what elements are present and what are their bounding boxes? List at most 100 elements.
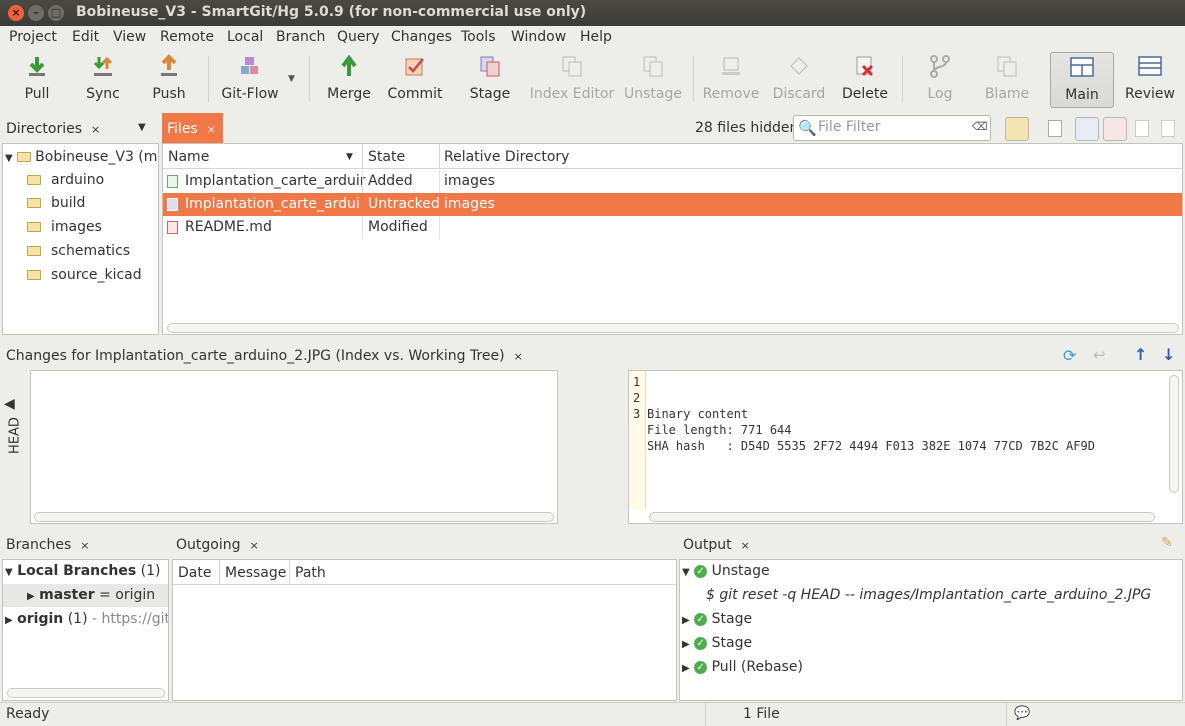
tab-branches[interactable]: Branches × xyxy=(6,537,90,553)
menu-help[interactable]: Help xyxy=(580,29,612,45)
sort-descending-icon: ▼ xyxy=(346,152,353,162)
tab-output[interactable]: Output × xyxy=(683,537,750,553)
output-item[interactable]: ▶ ✓ Pull (Rebase) xyxy=(682,656,803,679)
close-icon[interactable]: × xyxy=(207,123,216,136)
notification-icon[interactable]: 💬 xyxy=(1014,706,1030,721)
output-item[interactable]: ▶ ✓ Stage xyxy=(682,632,752,655)
tree-item-arduino[interactable]: arduino xyxy=(27,169,104,192)
remove-icon xyxy=(722,57,740,75)
working-horizontal-scrollbar[interactable] xyxy=(649,512,1155,522)
tab-files[interactable]: Files × xyxy=(162,113,223,143)
review-perspective-button[interactable]: Review xyxy=(1122,52,1178,108)
remove-button[interactable]: Remove xyxy=(702,52,760,108)
menu-query[interactable]: Query xyxy=(337,29,380,45)
undo-icon[interactable]: ↩ xyxy=(1093,346,1106,364)
branch-master[interactable]: ▶ master = origin xyxy=(3,584,168,607)
close-icon[interactable]: × xyxy=(249,539,258,552)
tab-directories[interactable]: Directories × xyxy=(6,121,100,137)
pull-button[interactable]: Pull xyxy=(14,52,60,108)
folder-view-button[interactable] xyxy=(1005,117,1029,141)
column-date[interactable]: Date xyxy=(178,565,211,581)
sync-button[interactable]: Sync xyxy=(80,52,126,108)
refresh-icon[interactable]: ⟳ xyxy=(1063,346,1076,365)
show-untracked-toggle[interactable] xyxy=(1103,117,1127,141)
directories-menu-icon[interactable]: ▼ xyxy=(138,122,146,133)
success-check-icon: ✓ xyxy=(694,612,708,626)
unstage-button[interactable]: Unstage xyxy=(622,52,684,108)
clear-output-icon[interactable]: ✎ xyxy=(1161,535,1173,551)
column-relative-directory[interactable]: Relative Directory xyxy=(444,149,569,165)
gitflow-dropdown-icon[interactable]: ▼ xyxy=(288,74,295,84)
tree-item-schematics[interactable]: schematics xyxy=(27,240,130,263)
close-icon[interactable]: × xyxy=(91,123,100,136)
menu-view[interactable]: View xyxy=(113,29,146,45)
tree-item-images[interactable]: images xyxy=(27,216,102,239)
status-text: Ready xyxy=(6,706,50,722)
previous-change-icon[interactable]: ↑ xyxy=(1134,345,1147,364)
merge-button[interactable]: Merge xyxy=(325,52,373,108)
tree-item-build[interactable]: build xyxy=(27,192,85,215)
show-modified-toggle[interactable] xyxy=(1075,117,1099,141)
close-icon[interactable]: × xyxy=(514,350,523,363)
log-button[interactable]: Log xyxy=(916,52,964,108)
close-icon[interactable]: × xyxy=(80,539,89,552)
file-content: Binary content File length: 771 644 SHA ha… xyxy=(647,407,1095,453)
local-branches-node[interactable]: ▼ Local Branches (1) xyxy=(5,560,161,583)
menu-window[interactable]: Window xyxy=(511,29,566,45)
folder-icon xyxy=(27,246,41,256)
clear-filter-icon[interactable]: ⌫ xyxy=(972,120,988,133)
working-vertical-scrollbar[interactable] xyxy=(1169,375,1179,493)
blame-button[interactable]: Blame xyxy=(982,52,1032,108)
column-path[interactable]: Path xyxy=(295,565,326,581)
files-horizontal-scrollbar[interactable] xyxy=(167,323,1179,333)
commit-button[interactable]: Commit xyxy=(386,52,444,108)
show-ignored-icon[interactable] xyxy=(1135,120,1149,137)
discard-button[interactable]: Discard xyxy=(770,52,828,108)
table-row[interactable]: Implantation_carte_arduir Added images xyxy=(163,170,1182,193)
discard-icon xyxy=(790,57,808,75)
menu-tools[interactable]: Tools xyxy=(461,29,496,45)
table-row-selected[interactable]: Implantation_carte_arduir Untracked imag… xyxy=(163,193,1182,216)
file-filter-field[interactable]: 🔍 File Filter ⌫ xyxy=(793,115,991,141)
output-item[interactable]: ▶ ✓ Stage xyxy=(682,608,752,631)
close-window-button[interactable]: × xyxy=(8,5,24,21)
menu-remote[interactable]: Remote xyxy=(160,29,214,45)
status-bar: Ready 1 File 💬 xyxy=(0,702,1185,726)
tab-changes[interactable]: Changes for Implantation_carte_arduino_2… xyxy=(6,348,523,364)
menu-local[interactable]: Local xyxy=(227,29,263,45)
blame-icon xyxy=(997,56,1017,77)
branches-horizontal-scrollbar[interactable] xyxy=(7,688,165,698)
gitflow-button[interactable]: Git-Flow xyxy=(218,52,282,108)
index-horizontal-scrollbar[interactable] xyxy=(34,512,554,522)
index-editor-button[interactable]: Index Editor xyxy=(528,52,616,108)
output-item[interactable]: ▼ ✓ Unstage xyxy=(682,560,770,583)
tree-item-source-kicad[interactable]: source_kicad xyxy=(27,264,142,287)
menu-changes[interactable]: Changes xyxy=(391,29,452,45)
column-name[interactable]: Name xyxy=(168,149,209,165)
main-perspective-button[interactable]: Main xyxy=(1050,52,1114,108)
tab-outgoing[interactable]: Outgoing × xyxy=(176,537,259,553)
menu-project[interactable]: Project xyxy=(9,29,57,45)
index-editor-icon xyxy=(562,56,582,77)
menu-edit[interactable]: Edit xyxy=(72,29,99,45)
expanded-triangle-icon[interactable]: ▼ xyxy=(5,153,13,164)
delete-button[interactable]: Delete xyxy=(839,52,891,108)
review-layout-icon xyxy=(1138,56,1162,76)
push-button[interactable]: Push xyxy=(146,52,192,108)
column-state[interactable]: State xyxy=(368,149,405,165)
stage-button[interactable]: Stage xyxy=(466,52,514,108)
column-message[interactable]: Message xyxy=(225,565,286,581)
directories-tab-header: Directories × ▼ xyxy=(0,113,160,143)
next-change-icon[interactable]: ↓ xyxy=(1162,345,1175,364)
close-icon[interactable]: × xyxy=(741,539,750,552)
menu-branch[interactable]: Branch xyxy=(276,29,325,45)
maximize-window-button[interactable]: □ xyxy=(48,5,64,21)
show-unchanged-icon[interactable] xyxy=(1048,120,1062,137)
minimize-window-button[interactable]: – xyxy=(28,5,44,21)
table-row[interactable]: README.md Modified xyxy=(163,216,1182,239)
remote-origin[interactable]: ▶ origin (1) - https://gith xyxy=(5,608,168,631)
folder-icon xyxy=(27,270,41,280)
tree-root[interactable]: ▼ Bobineuse_V3 (m xyxy=(5,146,157,169)
show-assumed-icon[interactable] xyxy=(1161,120,1175,137)
output-list: ▼ ✓ Unstage $ git reset -q HEAD -- image… xyxy=(679,559,1183,701)
